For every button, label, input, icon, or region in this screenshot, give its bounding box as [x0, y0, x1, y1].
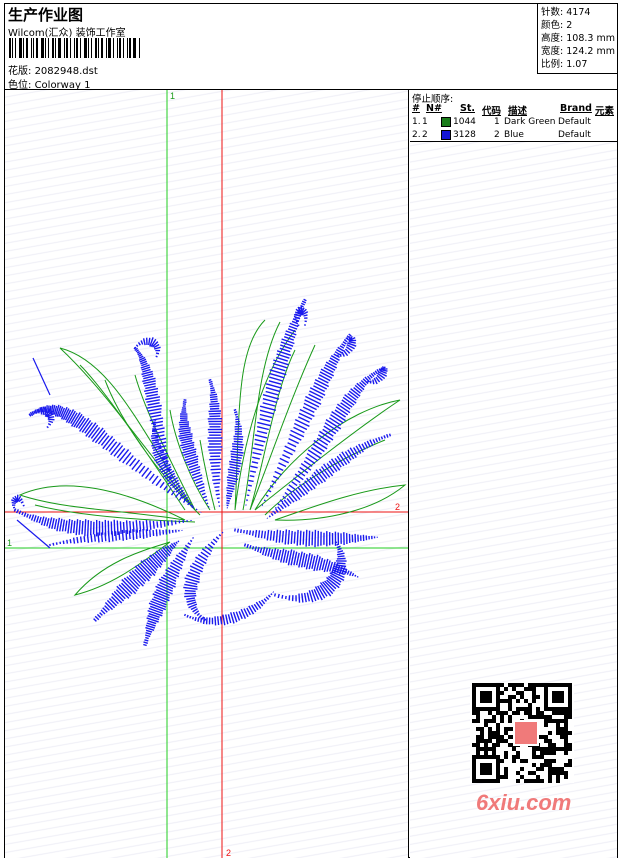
row-index: 2.	[412, 130, 421, 140]
qr-code	[470, 683, 574, 783]
qr-code-graphic	[472, 683, 572, 783]
color-swatch-dark-green	[441, 117, 451, 127]
width-value: 124.2 mm	[566, 46, 615, 57]
height-label: 高度:	[541, 33, 564, 44]
col-hash: #	[412, 103, 420, 114]
col-code: 代码	[482, 106, 502, 117]
satin-stitch-band	[273, 541, 348, 603]
stamp-seal-icon	[513, 720, 539, 746]
color-count-label: 颜色:	[541, 20, 564, 31]
row-description: Blue	[504, 130, 524, 140]
satin-stitch-band	[28, 404, 202, 513]
height-value: 108.3 mm	[566, 33, 615, 44]
satin-stitch-band	[207, 378, 223, 507]
row-stitches: 1044	[453, 117, 476, 127]
scale-label: 比例:	[541, 59, 564, 70]
green-leaf-outlines	[18, 319, 407, 596]
stitch-count-label: 针数:	[541, 7, 564, 18]
sheet-header: 生产作业图 Wilcom(汇众) 装饰工作室 花版: 2082948.dst 色…	[5, 4, 617, 91]
watermark-text: 6xiu.com	[476, 790, 572, 815]
row-number: 1	[422, 117, 428, 127]
barcode	[9, 38, 144, 58]
col-element: 元素	[595, 106, 615, 117]
embroidery-drawing: 1 1 2 2	[5, 90, 408, 858]
stitch-count-row: 针数: 4174	[541, 6, 617, 19]
row-brand: Default	[558, 117, 591, 127]
satin-stitch-band	[234, 528, 378, 548]
width-row: 宽度: 124.2 mm	[541, 45, 617, 58]
design-file-line: 花版: 2082948.dst	[8, 62, 98, 77]
scale-value: 1.07	[566, 59, 588, 70]
col-description: 描述	[508, 106, 528, 117]
row-code: 1	[494, 117, 500, 127]
satin-stitch-band	[225, 408, 244, 509]
sheet-title: 生产作业图	[8, 6, 84, 24]
green-horizontal-axis-label: 1	[7, 538, 12, 548]
colorway-line: 色位: Colorway 1	[8, 76, 90, 91]
red-horizontal-axis-label: 2	[395, 502, 400, 512]
color-count-value: 2	[566, 20, 573, 31]
satin-stitch-band	[11, 494, 25, 511]
row-number: 2	[422, 130, 428, 140]
design-preview[interactable]: 1 1 2 2	[5, 90, 409, 858]
scale-row: 比例: 1.07	[541, 58, 617, 71]
satin-stitch-band	[272, 368, 382, 513]
design-info-box: 针数: 4174 颜色: 2 高度: 108.3 mm 宽度: 124.2 mm…	[537, 4, 617, 74]
color-count-row: 颜色: 2	[541, 19, 617, 32]
row-stitches: 3128	[453, 130, 476, 140]
blue-stitch-fill	[11, 298, 392, 647]
color-swatch-blue	[441, 130, 451, 140]
col-brand: Brand	[560, 103, 592, 114]
stitch-count-value: 4174	[566, 7, 591, 18]
row-description: Dark Green	[504, 117, 556, 127]
col-number: N#	[426, 103, 442, 114]
row-brand: Default	[558, 130, 591, 140]
satin-stitch-band	[183, 591, 275, 626]
width-label: 宽度:	[541, 46, 564, 57]
row-index: 1.	[412, 117, 421, 127]
sheet-subtitle: Wilcom(汇众) 装饰工作室	[8, 28, 126, 39]
red-vertical-axis-label: 2	[226, 848, 231, 858]
stop-sequence-table: 停止顺序: # N# St. 代码 描述 Brand 元素 1. 1 1044 …	[410, 90, 617, 142]
satin-stitch-band	[366, 366, 388, 385]
jump-stitch-lines	[16, 357, 51, 549]
satin-stitch-band	[266, 433, 392, 519]
satin-stitch-band	[13, 508, 192, 537]
col-stitches: St.	[460, 103, 475, 114]
height-row: 高度: 108.3 mm	[541, 32, 617, 45]
green-vertical-axis-label: 1	[170, 91, 175, 101]
satin-stitch-band	[133, 337, 161, 358]
row-code: 2	[494, 130, 500, 140]
